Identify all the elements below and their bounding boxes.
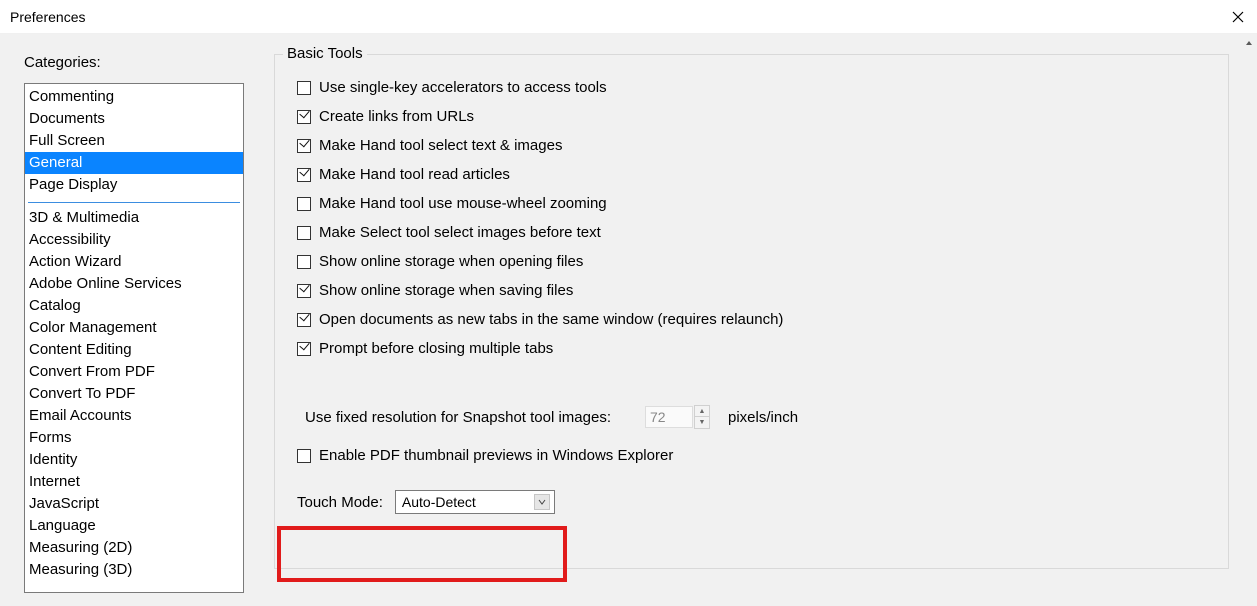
- category-item[interactable]: 3D & Multimedia: [25, 207, 243, 229]
- close-icon[interactable]: [1229, 8, 1247, 26]
- thumbnail-preview-label: Enable PDF thumbnail previews in Windows…: [319, 447, 673, 464]
- option-checkbox[interactable]: [297, 139, 311, 153]
- option-label: Show online storage when saving files: [319, 282, 573, 299]
- option-row: Open documents as new tabs in the same w…: [297, 311, 1210, 328]
- window-title: Preferences: [10, 9, 85, 25]
- option-row: Make Hand tool read articles: [297, 166, 1210, 183]
- basic-tools-group: Basic Tools Use single-key accelerators …: [274, 54, 1229, 569]
- option-label: Open documents as new tabs in the same w…: [319, 311, 783, 328]
- annotation-highlight: [277, 526, 567, 582]
- category-item[interactable]: Accessibility: [25, 229, 243, 251]
- category-item[interactable]: Color Management: [25, 317, 243, 339]
- option-row: Show online storage when opening files: [297, 253, 1210, 270]
- option-checkbox[interactable]: [297, 110, 311, 124]
- category-item[interactable]: Page Display: [25, 174, 243, 196]
- option-label: Show online storage when opening files: [319, 253, 583, 270]
- categories-column: Categories: CommentingDocumentsFull Scre…: [24, 54, 244, 593]
- option-label: Create links from URLs: [319, 108, 474, 125]
- resolution-units: pixels/inch: [728, 409, 798, 426]
- touch-mode-label: Touch Mode:: [297, 494, 383, 511]
- category-item[interactable]: Commenting: [25, 86, 243, 108]
- title-bar: Preferences: [0, 0, 1257, 34]
- option-row: Use single-key accelerators to access to…: [297, 79, 1210, 96]
- category-item[interactable]: Identity: [25, 449, 243, 471]
- category-item[interactable]: Adobe Online Services: [25, 273, 243, 295]
- option-row: Create links from URLs: [297, 108, 1210, 125]
- touch-mode-select[interactable]: Auto-Detect: [395, 490, 555, 514]
- touch-mode-value: Auto-Detect: [402, 494, 476, 510]
- option-label: Use single-key accelerators to access to…: [319, 79, 607, 96]
- resolution-spinner[interactable]: ▲ ▼: [694, 405, 710, 429]
- option-label: Make Hand tool use mouse-wheel zooming: [319, 195, 607, 212]
- option-row: Make Select tool select images before te…: [297, 224, 1210, 241]
- option-label: Make Hand tool select text & images: [319, 137, 562, 154]
- fixed-resolution-label: Use fixed resolution for Snapshot tool i…: [305, 409, 611, 426]
- category-item[interactable]: Forms: [25, 427, 243, 449]
- category-item[interactable]: Full Screen: [25, 130, 243, 152]
- category-item[interactable]: General: [25, 152, 243, 174]
- option-row: Make Hand tool select text & images: [297, 137, 1210, 154]
- thumbnail-preview-checkbox[interactable]: [297, 449, 311, 463]
- option-checkbox[interactable]: [297, 313, 311, 327]
- category-divider: [28, 202, 240, 203]
- chevron-down-icon: [534, 494, 550, 510]
- option-checkbox[interactable]: [297, 342, 311, 356]
- option-checkbox[interactable]: [297, 226, 311, 240]
- category-item[interactable]: Measuring (2D): [25, 537, 243, 559]
- dialog-body: Categories: CommentingDocumentsFull Scre…: [0, 34, 1257, 606]
- option-checkbox[interactable]: [297, 197, 311, 211]
- fixed-resolution-row: Use fixed resolution for Snapshot tool i…: [297, 405, 1210, 429]
- category-item[interactable]: Internet: [25, 471, 243, 493]
- touch-mode-row: Touch Mode: Auto-Detect: [297, 476, 1210, 528]
- option-label: Make Select tool select images before te…: [319, 224, 601, 241]
- option-checkbox[interactable]: [297, 255, 311, 269]
- settings-panel: Basic Tools Use single-key accelerators …: [244, 54, 1229, 593]
- category-item[interactable]: Language: [25, 515, 243, 537]
- category-item[interactable]: Convert From PDF: [25, 361, 243, 383]
- category-item[interactable]: JavaScript: [25, 493, 243, 515]
- option-row: Prompt before closing multiple tabs: [297, 340, 1210, 357]
- category-item[interactable]: Email Accounts: [25, 405, 243, 427]
- option-checkbox[interactable]: [297, 81, 311, 95]
- option-label: Prompt before closing multiple tabs: [319, 340, 553, 357]
- vertical-scrollbar[interactable]: [1240, 34, 1257, 606]
- category-item[interactable]: Documents: [25, 108, 243, 130]
- option-checkbox[interactable]: [297, 168, 311, 182]
- category-item[interactable]: Content Editing: [25, 339, 243, 361]
- category-item[interactable]: Convert To PDF: [25, 383, 243, 405]
- thumbnail-preview-row: Enable PDF thumbnail previews in Windows…: [297, 447, 1210, 464]
- group-title: Basic Tools: [283, 45, 367, 62]
- category-item[interactable]: Measuring (3D): [25, 559, 243, 581]
- option-row: Show online storage when saving files: [297, 282, 1210, 299]
- option-row: Make Hand tool use mouse-wheel zooming: [297, 195, 1210, 212]
- categories-header: Categories:: [24, 54, 244, 71]
- resolution-input[interactable]: [645, 406, 693, 428]
- category-item[interactable]: Action Wizard: [25, 251, 243, 273]
- option-label: Make Hand tool read articles: [319, 166, 510, 183]
- option-checkbox[interactable]: [297, 284, 311, 298]
- scroll-up-icon[interactable]: [1240, 34, 1257, 51]
- categories-list[interactable]: CommentingDocumentsFull ScreenGeneralPag…: [24, 83, 244, 593]
- spinner-down-icon[interactable]: ▼: [695, 417, 709, 428]
- category-item[interactable]: Catalog: [25, 295, 243, 317]
- spinner-up-icon[interactable]: ▲: [695, 406, 709, 417]
